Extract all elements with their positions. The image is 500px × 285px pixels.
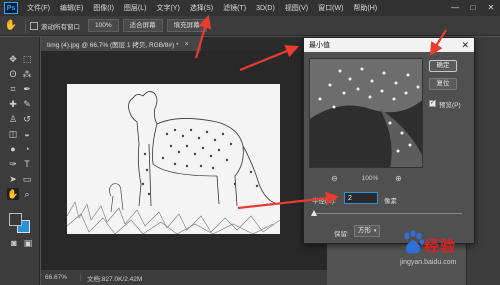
brush-tool-icon[interactable]: ✎ xyxy=(21,98,33,110)
menu-view[interactable]: 视图(V) xyxy=(280,3,313,13)
preserve-label: 保留: xyxy=(334,231,349,238)
preview-zoom-level: 100% xyxy=(361,175,379,182)
minimize-button[interactable]: — xyxy=(450,3,460,13)
type-tool-icon[interactable]: T xyxy=(21,158,33,170)
menu-window[interactable]: 窗口(W) xyxy=(313,3,348,13)
zoom-in-icon[interactable]: ⊕ xyxy=(395,174,402,183)
paint-bucket-tool-icon[interactable]: ◒ xyxy=(21,128,33,140)
document-tab-close-icon[interactable]: × xyxy=(185,41,189,48)
menu-file[interactable]: 文件(F) xyxy=(22,3,55,13)
marquee-tool-icon[interactable]: ⬚ xyxy=(21,53,33,65)
menu-3d[interactable]: 3D(D) xyxy=(251,5,280,12)
preserve-select-value: 方形 xyxy=(358,227,371,234)
filter-preview[interactable] xyxy=(309,58,423,168)
tools-panel: ✥ ⬚ ʘ ⁂ ⌗ ✒ ✚ ✎ ♙ ↺ ◫ ◒ ● ◔ ✑ T ➤ ▭ ✋ ⌕ … xyxy=(0,37,40,285)
chevron-down-icon: ▾ xyxy=(373,228,377,234)
menu-select[interactable]: 选择(S) xyxy=(185,3,218,13)
radius-slider-track[interactable] xyxy=(312,213,462,214)
preserve-select[interactable]: 方形 ▾ xyxy=(354,225,380,237)
hand-tool-icon[interactable]: ✋ xyxy=(7,188,19,200)
canvas-area[interactable] xyxy=(41,51,327,270)
pen-tool-icon[interactable]: ✑ xyxy=(7,158,19,170)
screen-mode-icon[interactable]: ▣ xyxy=(22,237,34,249)
zoom-out-icon[interactable]: ⊖ xyxy=(331,174,338,183)
photoshop-logo: Ps xyxy=(4,2,18,14)
document-tab-bar: timg (4).jpg @ 66.7% (图层 1 拷贝, RGB/8#) *… xyxy=(41,37,327,51)
crop-tool-icon[interactable]: ⌗ xyxy=(7,83,19,95)
preview-checkbox[interactable]: ✓ xyxy=(429,100,436,107)
options-bar: ✋ 滚动所有窗口 100% 适合屏幕 填充屏幕 xyxy=(0,16,500,36)
blur-tool-icon[interactable]: ● xyxy=(7,143,19,155)
dialog-titlebar[interactable]: 最小值 ✕ xyxy=(304,38,474,52)
dialog-close-icon[interactable]: ✕ xyxy=(461,39,469,51)
eraser-tool-icon[interactable]: ◫ xyxy=(7,128,19,140)
menu-help[interactable]: 帮助(H) xyxy=(348,3,382,13)
minimum-filter-dialog: 最小值 ✕ ⊖ 100% ⊕ 确定 复位 ✓ 预览(P) 半径(R): 像素 xyxy=(303,37,475,244)
fill-screen-button[interactable]: 填充屏幕 xyxy=(166,19,207,32)
ok-button[interactable]: 确定 xyxy=(429,60,457,72)
clone-stamp-tool-icon[interactable]: ♙ xyxy=(7,113,19,125)
healing-brush-tool-icon[interactable]: ✚ xyxy=(7,98,19,110)
baidu-jingyan-watermark: 经验 jingyan.baidu.com xyxy=(398,230,498,282)
quick-select-tool-icon[interactable]: ⁂ xyxy=(21,68,33,80)
history-brush-tool-icon[interactable]: ↺ xyxy=(21,113,33,125)
cheetah-sketch-image xyxy=(67,84,280,234)
window-controls: — □ ✕ xyxy=(450,0,496,16)
foreground-color-swatch[interactable] xyxy=(9,213,22,226)
scroll-all-windows-checkbox[interactable] xyxy=(30,21,38,30)
status-bar: 66.67% 文档:827.0K/2.42M xyxy=(41,270,327,285)
maximize-button[interactable]: □ xyxy=(468,3,478,13)
baidu-paw-logo xyxy=(404,230,424,254)
path-select-tool-icon[interactable]: ➤ xyxy=(7,173,19,185)
radius-label: 半径(R): xyxy=(312,198,336,205)
watermark-url: jingyan.baidu.com xyxy=(400,259,457,266)
move-tool-icon[interactable]: ✥ xyxy=(7,53,19,65)
menu-layer[interactable]: 图层(L) xyxy=(119,3,152,13)
watermark-brand: 经验 xyxy=(424,238,457,255)
shape-tool-icon[interactable]: ▭ xyxy=(21,173,33,185)
document-size-readout: 文档:827.0K/2.42M xyxy=(87,275,143,283)
preview-checkbox-label: 预览(P) xyxy=(439,102,461,109)
menu-image[interactable]: 图像(I) xyxy=(88,3,119,13)
menu-filter[interactable]: 滤镜(T) xyxy=(218,3,251,13)
document-tab[interactable]: timg (4).jpg @ 66.7% (图层 1 拷贝, RGB/8#) *… xyxy=(41,37,201,51)
reset-button[interactable]: 复位 xyxy=(429,78,457,90)
radius-input[interactable] xyxy=(344,192,378,204)
radius-slider-thumb[interactable] xyxy=(311,210,317,216)
lasso-tool-icon[interactable]: ʘ xyxy=(7,68,19,80)
scroll-all-windows-label: 滚动所有窗口 xyxy=(41,23,80,31)
hand-tool-icon[interactable]: ✋ xyxy=(4,19,18,33)
dialog-title: 最小值 xyxy=(309,42,330,49)
fit-screen-button[interactable]: 适合屏幕 xyxy=(122,19,163,32)
menu-type[interactable]: 文字(Y) xyxy=(151,3,184,13)
menu-edit[interactable]: 编辑(E) xyxy=(55,3,88,13)
zoom-100-button[interactable]: 100% xyxy=(88,19,119,32)
document-tab-title: timg (4).jpg @ 66.7% (图层 1 拷贝, RGB/8#) * xyxy=(47,42,179,49)
zoom-readout[interactable]: 66.67% xyxy=(41,274,81,281)
dodge-tool-icon[interactable]: ◔ xyxy=(21,143,33,155)
eyedropper-tool-icon[interactable]: ✒ xyxy=(21,83,33,95)
radius-unit-label: 像素 xyxy=(384,198,397,205)
quick-mask-icon[interactable]: ◙ xyxy=(8,237,20,249)
options-divider xyxy=(25,18,26,33)
menu-bar: Ps 文件(F) 编辑(E) 图像(I) 图层(L) 文字(Y) 选择(S) 滤… xyxy=(0,0,500,16)
zoom-tool-icon[interactable]: ⌕ xyxy=(21,188,33,200)
close-button[interactable]: ✕ xyxy=(486,3,496,13)
